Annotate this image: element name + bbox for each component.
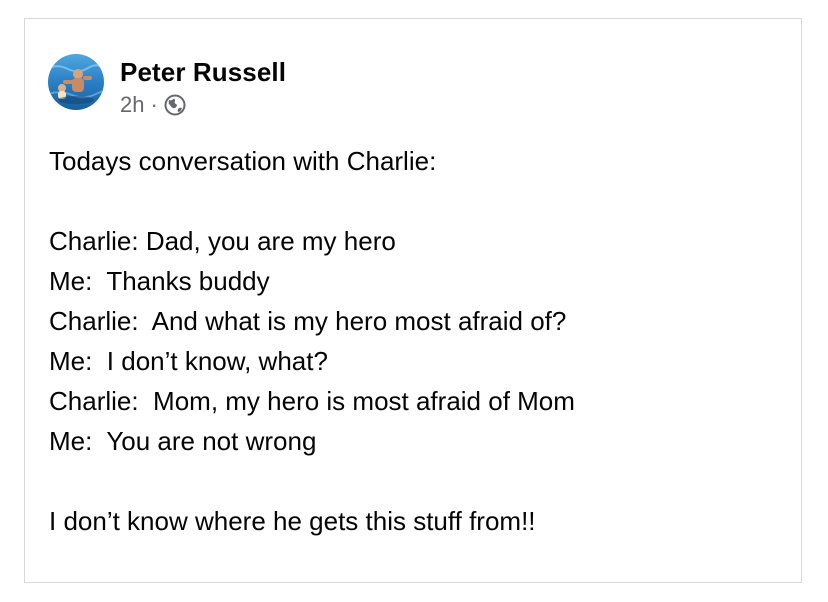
post-subline: 2h · <box>120 92 286 118</box>
post-body-line: Charlie: Dad, you are my hero <box>49 226 396 256</box>
author-name[interactable]: Peter Russell <box>120 56 286 88</box>
post-meta: Peter Russell 2h · <box>120 54 286 118</box>
post-card: Peter Russell 2h · Todays conversation w… <box>24 18 802 583</box>
post-timestamp[interactable]: 2h <box>120 92 144 118</box>
post-body-line: Me: I don’t know, what? <box>49 346 328 376</box>
post-body-spacer <box>49 181 779 221</box>
post-body-line: Todays conversation with Charlie: <box>49 146 437 176</box>
avatar-photo <box>48 54 104 110</box>
post-body: Todays conversation with Charlie: Charlie… <box>49 141 779 541</box>
post-body-line: Charlie: Mom, my hero is most afraid of … <box>49 386 575 416</box>
globe-icon[interactable] <box>164 94 186 116</box>
post-body-line: I don’t know where he gets this stuff fr… <box>49 506 536 536</box>
post-body-line: Me: Thanks buddy <box>49 266 270 296</box>
separator-dot: · <box>150 92 158 117</box>
post-body-spacer <box>49 461 779 501</box>
post-body-line: Me: You are not wrong <box>49 426 317 456</box>
avatar[interactable] <box>48 54 104 110</box>
post-header: Peter Russell 2h · <box>48 54 286 118</box>
post-body-line: Charlie: And what is my hero most afraid… <box>49 306 567 336</box>
